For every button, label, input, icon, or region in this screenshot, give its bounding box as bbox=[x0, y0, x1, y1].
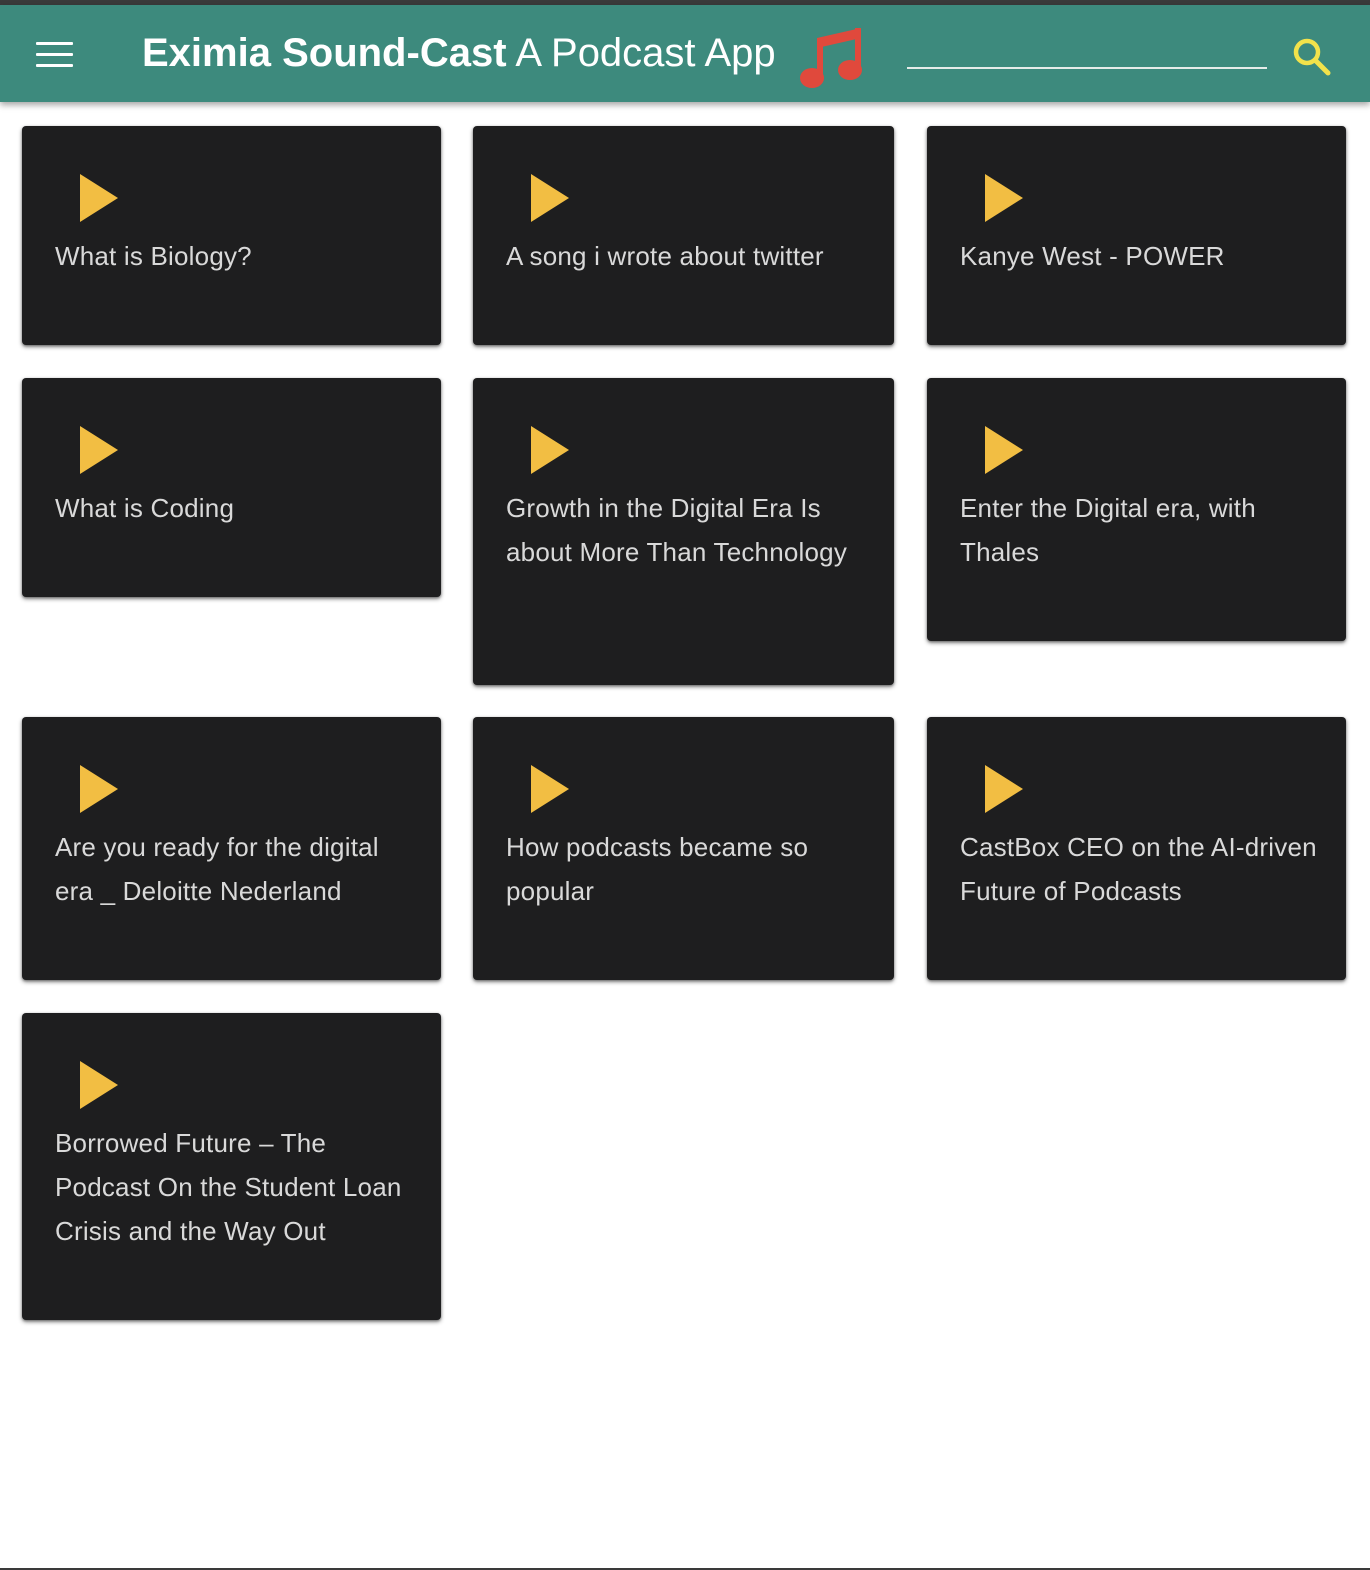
podcast-card[interactable]: CastBox CEO on the AI-driven Future of P… bbox=[927, 717, 1346, 980]
podcast-title: Enter the Digital era, with Thales bbox=[960, 493, 1256, 567]
menu-icon-bar bbox=[36, 64, 73, 67]
podcast-title: CastBox CEO on the AI-driven Future of P… bbox=[960, 832, 1317, 906]
play-icon[interactable] bbox=[531, 426, 571, 474]
menu-icon-bar bbox=[36, 53, 73, 56]
menu-icon-bar bbox=[36, 42, 73, 45]
podcast-card[interactable]: Borrowed Future – The Podcast On the Stu… bbox=[22, 1013, 441, 1320]
search-input[interactable] bbox=[907, 33, 1267, 69]
podcast-title: How podcasts became so popular bbox=[506, 832, 809, 906]
podcast-card[interactable]: A song i wrote about twitter bbox=[473, 126, 894, 345]
app-brand: Eximia Sound-Cast bbox=[142, 31, 507, 75]
app-title: Eximia Sound-Cast A Podcast App bbox=[142, 31, 776, 75]
play-icon[interactable] bbox=[985, 174, 1025, 222]
podcast-card[interactable]: Enter the Digital era, with Thales bbox=[927, 378, 1346, 641]
podcast-title: A song i wrote about twitter bbox=[506, 241, 824, 271]
podcast-title: Borrowed Future – The Podcast On the Stu… bbox=[55, 1128, 402, 1246]
podcast-title: Kanye West - POWER bbox=[960, 241, 1225, 271]
play-icon[interactable] bbox=[80, 426, 120, 474]
podcast-title: What is Biology? bbox=[55, 241, 252, 271]
podcast-card[interactable]: What is Coding bbox=[22, 378, 441, 597]
podcast-card[interactable]: How podcasts became so popular bbox=[473, 717, 894, 980]
play-icon[interactable] bbox=[985, 426, 1025, 474]
app-subtitle: A Podcast App bbox=[515, 31, 776, 75]
play-icon[interactable] bbox=[531, 174, 571, 222]
search-icon[interactable] bbox=[1290, 35, 1334, 79]
podcast-title: What is Coding bbox=[55, 493, 235, 523]
podcast-card[interactable]: Growth in the Digital Era Is about More … bbox=[473, 378, 894, 685]
podcast-card[interactable]: What is Biology? bbox=[22, 126, 441, 345]
podcast-card[interactable]: Are you ready for the digital era _ Delo… bbox=[22, 717, 441, 980]
play-icon[interactable] bbox=[80, 765, 120, 813]
app-window: Eximia Sound-Cast A Podcast App What is … bbox=[0, 0, 1370, 1570]
podcast-card[interactable]: Kanye West - POWER bbox=[927, 126, 1346, 345]
menu-button[interactable] bbox=[28, 29, 80, 81]
play-icon[interactable] bbox=[80, 174, 120, 222]
music-note-icon bbox=[800, 28, 862, 88]
podcast-title: Are you ready for the digital era _ Delo… bbox=[55, 832, 379, 906]
play-icon[interactable] bbox=[985, 765, 1025, 813]
podcast-title: Growth in the Digital Era Is about More … bbox=[506, 493, 848, 567]
app-bar: Eximia Sound-Cast A Podcast App bbox=[0, 5, 1370, 102]
play-icon[interactable] bbox=[80, 1061, 120, 1109]
play-icon[interactable] bbox=[531, 765, 571, 813]
